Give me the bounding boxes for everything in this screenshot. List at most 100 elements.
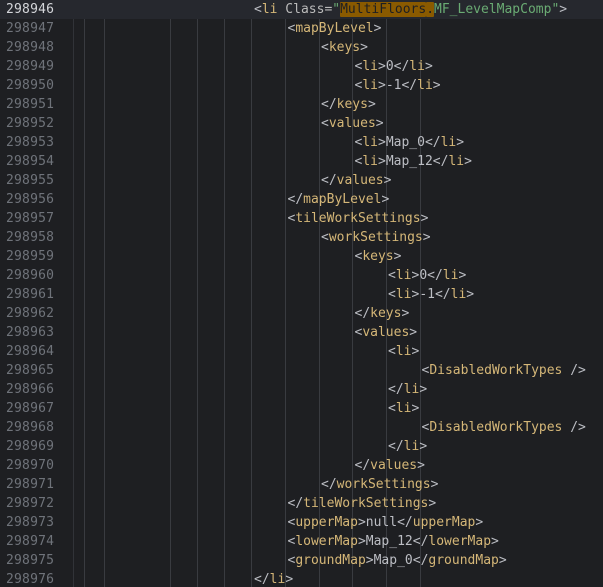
xml-tag-name: li — [269, 572, 286, 587]
code-text[interactable]: <DisabledWorkTypes /> — [422, 418, 586, 437]
code-token: </ — [432, 154, 449, 169]
line-number: 298976 — [6, 572, 55, 587]
code-token: > — [377, 135, 386, 150]
line-number: 298950 — [6, 78, 55, 93]
code-text[interactable]: <li>Map_12</li> — [355, 152, 472, 171]
code-text[interactable]: <mapByLevel> — [288, 19, 382, 38]
code-text[interactable]: <keys> — [321, 38, 368, 57]
code-token: > — [419, 382, 428, 397]
code-text[interactable]: <DisabledWorkTypes /> — [422, 361, 586, 380]
code-text[interactable]: <li>0</li> — [355, 57, 433, 76]
xml-tag-name: tileWorkSettings — [303, 496, 429, 511]
code-text[interactable]: </keys> — [321, 95, 376, 114]
code-token: > — [422, 230, 431, 245]
code-text[interactable]: </li> — [388, 380, 427, 399]
xml-tag-name: li — [395, 268, 412, 283]
code-line[interactable]: 298973 <upperMap>null</upperMap> — [0, 513, 603, 532]
xml-tag-name: DisabledWorkTypes — [429, 363, 563, 378]
code-line[interactable]: 298960 <li>0</li> — [0, 266, 603, 285]
code-token: </ — [354, 306, 371, 321]
code-line[interactable]: 298968 <DisabledWorkTypes /> — [0, 418, 603, 437]
code-line[interactable]: 298974 <lowerMap>Map_12</lowerMap> — [0, 532, 603, 551]
code-line[interactable]: 298954 <li>Map_12</li> — [0, 152, 603, 171]
code-token: </ — [287, 496, 304, 511]
code-token: </ — [401, 78, 418, 93]
code-token: -1 — [419, 287, 435, 302]
code-line[interactable]: 298946 <li Class="MultiFloors.MF_LevelMap… — [0, 0, 603, 19]
code-text[interactable]: <lowerMap>Map_12</lowerMap> — [288, 532, 499, 551]
code-token: > — [419, 439, 428, 454]
line-number: 298955 — [6, 173, 55, 188]
code-line[interactable]: 298953 <li>Map_0</li> — [0, 133, 603, 152]
code-line[interactable]: 298971 </workSettings> — [0, 475, 603, 494]
code-line[interactable]: 298966 </li> — [0, 380, 603, 399]
code-line[interactable]: 298969 </li> — [0, 437, 603, 456]
code-text[interactable]: </li> — [388, 437, 427, 456]
line-number: 298972 — [6, 496, 55, 511]
code-text[interactable]: </values> — [355, 456, 425, 475]
code-line[interactable]: 298963 <values> — [0, 323, 603, 342]
code-line[interactable]: 298956 </mapByLevel> — [0, 190, 603, 209]
code-text[interactable]: </tileWorkSettings> — [288, 494, 437, 513]
code-line[interactable]: 298972 </tileWorkSettings> — [0, 494, 603, 513]
code-text[interactable]: <li>-1</li> — [355, 76, 441, 95]
code-token: </ — [354, 458, 371, 473]
code-text[interactable]: <li>Map_0</li> — [355, 133, 465, 152]
code-text[interactable]: </mapByLevel> — [288, 190, 390, 209]
code-text[interactable]: </workSettings> — [321, 475, 438, 494]
code-line[interactable]: 298951 </keys> — [0, 95, 603, 114]
code-token: 0 — [419, 268, 428, 283]
code-line[interactable]: 298957 <tileWorkSettings> — [0, 209, 603, 228]
code-token: < — [254, 2, 262, 17]
code-line[interactable]: 298962 </keys> — [0, 304, 603, 323]
code-line[interactable]: 298959 <keys> — [0, 247, 603, 266]
code-editor[interactable]: 298946 <li Class="MultiFloors.MF_LevelMap… — [0, 0, 603, 587]
search-match: MultiFloors — [340, 2, 427, 17]
code-text[interactable]: <upperMap>null</upperMap> — [288, 513, 484, 532]
xml-tag-name: mapByLevel — [303, 192, 382, 207]
code-token: </ — [393, 59, 410, 74]
code-text[interactable]: <li>0</li> — [388, 266, 466, 285]
code-line[interactable]: 298949 <li>0</li> — [0, 57, 603, 76]
xml-tag-name: groundMap — [428, 553, 499, 568]
code-token: " — [332, 2, 341, 17]
code-line[interactable]: 298970 </values> — [0, 456, 603, 475]
code-token: Map_0 — [385, 135, 425, 150]
code-text[interactable]: <workSettings> — [321, 228, 431, 247]
xml-tag-name: values — [362, 325, 410, 340]
code-line[interactable]: 298947 <mapByLevel> — [0, 19, 603, 38]
code-line[interactable]: 298955 </values> — [0, 171, 603, 190]
code-token: Map_0 — [373, 553, 413, 568]
code-text[interactable]: <keys> — [355, 247, 402, 266]
code-line[interactable]: 298952 <values> — [0, 114, 603, 133]
line-number: 298951 — [6, 97, 55, 112]
code-line[interactable]: 298961 <li>-1</li> — [0, 285, 603, 304]
code-text[interactable]: </values> — [321, 171, 391, 190]
code-text[interactable]: <li> — [388, 342, 419, 361]
code-line[interactable]: 298976 </li> — [0, 570, 603, 587]
code-text[interactable]: <groundMap>Map_0</groundMap> — [288, 551, 507, 570]
code-line[interactable]: 298948 <keys> — [0, 38, 603, 57]
code-token: < — [388, 268, 396, 283]
code-text[interactable]: <li>-1</li> — [388, 285, 474, 304]
code-line[interactable]: 298965 <DisabledWorkTypes /> — [0, 361, 603, 380]
code-token: > — [377, 78, 386, 93]
code-line[interactable]: 298958 <workSettings> — [0, 228, 603, 247]
code-text[interactable]: <values> — [321, 114, 384, 133]
code-text[interactable]: </keys> — [355, 304, 410, 323]
code-text[interactable]: </li> — [254, 570, 293, 587]
line-number: 298958 — [6, 230, 55, 245]
code-text[interactable]: <values> — [355, 323, 418, 342]
code-line[interactable]: 298967 <li> — [0, 399, 603, 418]
code-token: > — [411, 344, 420, 359]
xml-tag-name: li — [261, 2, 278, 17]
code-line[interactable]: 298975 <groundMap>Map_0</groundMap> — [0, 551, 603, 570]
code-token: > — [456, 135, 465, 150]
code-text[interactable]: <tileWorkSettings> — [288, 209, 429, 228]
code-text[interactable]: <li> — [388, 399, 419, 418]
code-text[interactable]: <li Class="MultiFloors.MF_LevelMapComp"> — [254, 0, 567, 19]
code-token: > — [377, 154, 386, 169]
code-line[interactable]: 298964 <li> — [0, 342, 603, 361]
code-line[interactable]: 298950 <li>-1</li> — [0, 76, 603, 95]
code-token: > — [365, 553, 374, 568]
